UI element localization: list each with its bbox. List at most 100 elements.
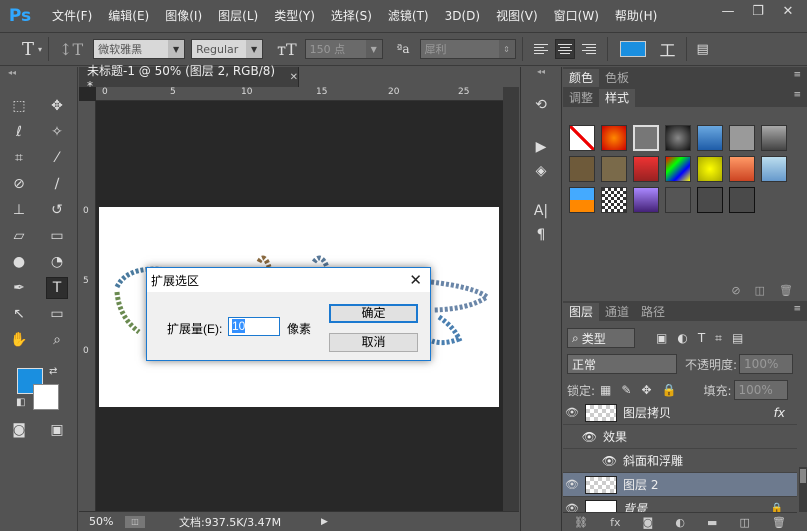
style-swatch[interactable] [729,125,755,151]
path-select-icon[interactable]: ↖ [8,303,30,325]
magic-wand-icon[interactable]: ✧ [46,121,68,143]
style-swatch[interactable] [601,156,627,182]
font-size-select[interactable]: 150 点 ▼ [304,39,383,59]
type-tool-icon[interactable]: T [46,277,68,299]
style-swatch[interactable] [601,125,627,151]
clear-style-icon[interactable]: ⊘ [731,284,740,297]
crop-icon[interactable]: ⌗ [8,147,30,169]
font-family-select[interactable]: 微软雅黑 ▼ [93,39,186,59]
background-color[interactable] [33,384,59,410]
menu-view[interactable]: 视图(V) [488,0,546,32]
style-swatch[interactable] [697,187,723,213]
style-swatch[interactable] [665,156,691,182]
menu-type[interactable]: 类型(Y) [266,0,323,32]
menu-file[interactable]: 文件(F) [44,0,100,32]
style-swatch[interactable] [729,187,755,213]
tab-styles[interactable]: 样式 [599,89,636,107]
healing-brush-icon[interactable]: ⊘ [8,173,30,195]
layer-row-selected[interactable]: 👁 图层 2 [563,473,797,497]
document-tab[interactable]: 未标题-1 @ 50% (图层 2, RGB/8) * ✕ [79,64,299,93]
style-swatch[interactable] [569,125,595,151]
scrollbar-thumb[interactable] [800,469,806,483]
delete-icon[interactable]: 🗑 [779,284,793,297]
link-layers-icon[interactable]: ⛓ [574,516,588,529]
warp-text-icon[interactable]: 工 [656,37,680,61]
lasso-icon[interactable]: ℓ [8,121,30,143]
panel-menu-icon[interactable]: ≡ [793,90,801,100]
close-icon[interactable]: ✕ [409,271,422,289]
history-panel-icon[interactable]: ⟲ [526,93,556,117]
align-left-button[interactable] [531,39,551,59]
style-swatch[interactable] [761,125,787,151]
layers-scrollbar[interactable] [799,467,807,512]
smart-object-filter-icon[interactable]: ▤ [727,331,748,345]
delete-icon[interactable]: 🗑 [772,516,786,529]
swap-colors-icon[interactable]: ⇄ [49,366,57,377]
menu-layer[interactable]: 图层(L) [210,0,266,32]
collapse-arrows-icon[interactable]: ◂◂ [521,67,561,79]
fx-icon[interactable]: fx [610,516,620,529]
stamp-icon[interactable]: ⊥ [8,199,30,221]
effects-row[interactable]: 👁 效果 [563,425,797,449]
menu-window[interactable]: 窗口(W) [546,0,607,32]
style-swatch[interactable] [569,156,595,182]
style-swatch[interactable] [601,187,627,213]
add-mask-icon[interactable]: ◙ [643,516,654,529]
text-color-swatch[interactable] [619,41,646,57]
tab-swatches[interactable]: 色板 [599,69,635,87]
new-style-icon[interactable]: ◫ [755,284,765,297]
history-brush-icon[interactable]: ↺ [46,199,68,221]
lock-all-icon[interactable]: 🔒 [657,383,682,397]
adjustment-filter-icon[interactable]: ◐ [672,331,692,345]
tab-adjustments[interactable]: 调整 [563,89,599,107]
effect-row[interactable]: 👁 斜面和浮雕 [563,449,797,473]
folder-icon[interactable]: ▬ [707,516,717,529]
character-panel-icon[interactable]: A| [526,199,556,223]
menu-image[interactable]: 图像(I) [157,0,210,32]
menu-3d[interactable]: 3D(D) [437,0,488,32]
gradient-icon[interactable]: ▭ [46,225,68,247]
move-icon[interactable]: ✥ [46,95,68,117]
tab-paths[interactable]: 路径 [635,303,671,321]
style-swatch[interactable] [633,125,659,151]
brush-icon[interactable]: ∕ [46,173,68,195]
menu-select[interactable]: 选择(S) [323,0,380,32]
style-swatch[interactable] [729,156,755,182]
tool-preset-chevron-icon[interactable]: ▾ [38,45,42,54]
zoom-icon[interactable]: ⌕ [46,329,68,351]
opacity-input[interactable]: 100% [739,354,794,374]
lock-position-icon[interactable]: ✥ [636,383,656,397]
dodge-icon[interactable]: ◔ [46,251,68,273]
fx-badge[interactable]: fx [774,406,785,420]
layer-filter-select[interactable]: ⌕ 类型 [567,328,635,348]
restore-button[interactable]: ❐ [743,0,773,22]
tab-layers[interactable]: 图层 [563,303,600,321]
vertical-scrollbar[interactable] [503,87,519,511]
status-menu-arrow-icon[interactable]: ▶ [321,517,328,527]
default-colors-icon[interactable]: ◧ [16,397,25,408]
eyedropper-icon[interactable]: ⁄ [46,147,68,169]
pen-icon[interactable]: ✒ [8,277,30,299]
lock-transparent-icon[interactable]: ▦ [595,383,616,397]
character-panel-icon[interactable]: ▤ [693,42,713,57]
align-right-button[interactable] [579,39,599,59]
type-filter-icon[interactable]: T [693,331,710,345]
expand-amount-input[interactable]: 10 [228,317,280,336]
antialias-select[interactable]: 犀利 ⇕ [419,39,516,59]
eye-icon[interactable]: 👁 [563,406,581,419]
lock-pixels-icon[interactable]: ✎ [616,383,636,397]
toggle-orientation-icon[interactable]: ↕T [55,40,87,59]
paragraph-panel-icon[interactable]: ¶ [526,223,556,247]
eraser-icon[interactable]: ▱ [8,225,30,247]
shape-filter-icon[interactable]: ⌗ [710,331,727,346]
menu-help[interactable]: 帮助(H) [607,0,665,32]
properties-panel-icon[interactable]: ◈ [526,159,556,183]
style-swatch[interactable] [761,156,787,182]
quick-mask-icon[interactable]: ◙ [8,419,30,441]
menu-edit[interactable]: 编辑(E) [100,0,157,32]
panel-menu-icon[interactable]: ≡ [793,304,801,314]
rectangle-icon[interactable]: ▭ [46,303,68,325]
fill-input[interactable]: 100% [733,380,788,400]
style-swatch[interactable] [633,156,659,182]
eye-icon[interactable]: 👁 [563,430,603,444]
